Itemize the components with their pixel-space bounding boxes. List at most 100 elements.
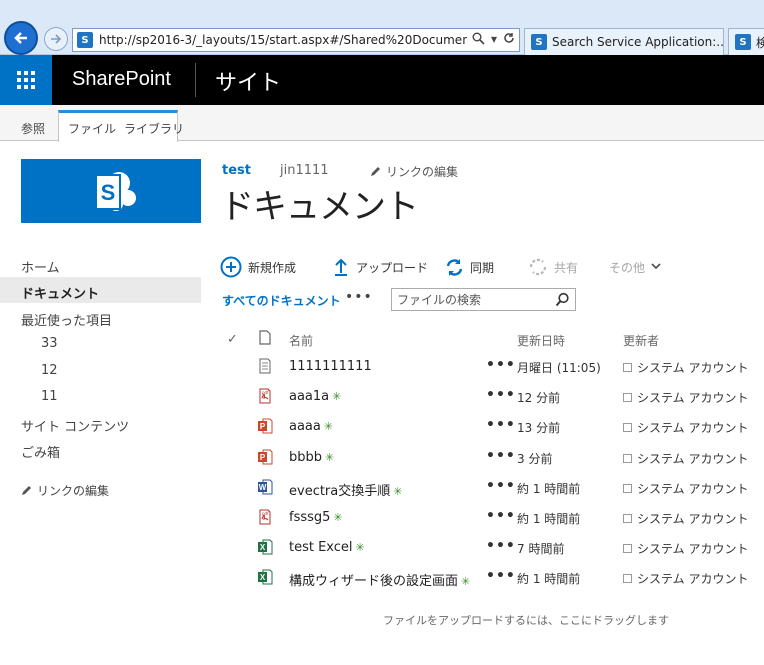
modified-by[interactable]: システム アカウント — [623, 480, 748, 497]
modified-by[interactable]: システム アカウント — [623, 419, 748, 436]
item-menu-button[interactable]: ••• — [486, 508, 516, 524]
nav-item-documents[interactable]: ドキュメント — [21, 283, 99, 302]
address-bar[interactable]: S http://sp2016-3/_layouts/15/start.aspx… — [72, 28, 520, 52]
item-menu-button[interactable]: ••• — [486, 478, 516, 494]
new-icon: ✳ — [393, 484, 403, 498]
item-menu-button[interactable]: ••• — [486, 538, 516, 554]
modified-by[interactable]: システム アカウント — [623, 450, 748, 467]
view-more-options[interactable]: ••• — [345, 289, 373, 305]
modified-by-name[interactable]: システム アカウント — [637, 389, 748, 406]
file-type-icon[interactable]: W — [257, 479, 273, 495]
item-menu-button[interactable]: ••• — [486, 417, 516, 433]
svg-text:P: P — [260, 453, 266, 462]
column-name[interactable]: 名前 — [289, 332, 313, 349]
file-type-icon[interactable]: P — [257, 418, 273, 434]
site-logo[interactable]: S — [21, 159, 201, 223]
tab-files[interactable]: ファイル — [68, 120, 116, 137]
share-button[interactable]: 共有 — [528, 256, 578, 278]
file-name-text[interactable]: aaaa — [289, 419, 321, 434]
file-name[interactable]: 構成ウィザード後の設定画面 ✳ — [289, 570, 470, 589]
modified-by-name[interactable]: システム アカウント — [637, 570, 748, 587]
file-name[interactable]: evectra交換手順 ✳ — [289, 480, 402, 499]
file-name-text[interactable]: evectra交換手順 — [289, 484, 390, 499]
browser-tab-search[interactable]: S 検索 — [728, 28, 764, 55]
item-menu-button[interactable]: ••• — [486, 387, 516, 403]
file-type-header-icon[interactable] — [259, 330, 271, 345]
table-row[interactable]: X 構成ウィザード後の設定画面 ✳ ••• 約 1 時間前 システム アカウント — [0, 562, 764, 592]
modified-by-name[interactable]: システム アカウント — [637, 419, 748, 436]
breadcrumb-site[interactable]: test — [222, 163, 251, 178]
nav-item-recent[interactable]: 最近使った項目 — [21, 310, 112, 329]
file-name[interactable]: aaaa ✳ — [289, 419, 333, 434]
item-menu-button[interactable]: ••• — [486, 568, 516, 584]
modified-by[interactable]: システム アカウント — [623, 540, 748, 557]
modified-by[interactable]: システム アカウント — [623, 510, 748, 527]
table-row[interactable]: pdf fsssg5 ✳ ••• 約 1 時間前 システム アカウント — [0, 502, 764, 532]
file-name-text[interactable]: test Excel — [289, 540, 353, 555]
nav-item-home[interactable]: ホーム — [21, 257, 60, 276]
arrow-left-icon — [14, 32, 27, 44]
address-actions: ▾ — [472, 32, 515, 46]
tab-library[interactable]: ライブラリ — [124, 120, 184, 137]
breadcrumb-user[interactable]: jin1111 — [280, 163, 329, 178]
back-button[interactable] — [4, 21, 38, 55]
search-icon[interactable] — [472, 32, 485, 45]
modified-by[interactable]: システム アカウント — [623, 359, 748, 376]
new-icon: ✳ — [333, 511, 343, 524]
file-name[interactable]: aaa1a ✳ — [289, 389, 341, 404]
modified-by-name[interactable]: システム アカウント — [637, 540, 748, 557]
item-menu-button[interactable]: ••• — [486, 357, 516, 373]
view-all-documents[interactable]: すべてのドキュメント — [222, 292, 341, 309]
table-row[interactable]: Xtest Excel ✳ ••• 7 時間前 システム アカウント — [0, 532, 764, 562]
file-type-icon[interactable]: X — [257, 569, 273, 585]
modified-by-name[interactable]: システム アカウント — [637, 359, 748, 376]
presence-icon — [623, 483, 632, 493]
suite-site-link[interactable]: サイト — [215, 65, 281, 97]
file-type-icon[interactable]: P — [257, 449, 273, 465]
modified-by[interactable]: システム アカウント — [623, 389, 748, 406]
new-button[interactable]: 新規作成 — [220, 256, 296, 278]
table-row[interactable]: pdf aaa1a ✳ ••• 12 分前 システム アカウント — [0, 381, 764, 411]
modified-by[interactable]: システム アカウント — [623, 570, 748, 587]
search-input[interactable] — [392, 289, 550, 310]
modified-date: 約 1 時間前 — [517, 572, 581, 587]
tab-browse[interactable]: 参照 — [21, 120, 45, 137]
dropdown-icon[interactable]: ▾ — [491, 32, 497, 46]
table-row[interactable]: Pbbbb ✳ ••• 3 分前 システム アカウント — [0, 442, 764, 472]
more-button[interactable]: その他 — [609, 256, 661, 278]
file-name[interactable]: bbbb ✳ — [289, 450, 334, 465]
forward-button[interactable] — [44, 27, 68, 51]
file-name-text[interactable]: 構成ウィザード後の設定画面 — [289, 574, 458, 589]
file-type-icon[interactable]: pdf — [257, 509, 273, 525]
file-name-text[interactable]: aaa1a — [289, 389, 329, 404]
file-type-icon[interactable] — [257, 358, 273, 374]
table-row[interactable]: Paaaa ✳ ••• 13 分前 システム アカウント — [0, 411, 764, 441]
modified-by-name[interactable]: システム アカウント — [637, 480, 748, 497]
file-name[interactable]: test Excel ✳ — [289, 540, 365, 555]
pencil-icon — [371, 167, 380, 176]
browser-tab-search-service[interactable]: S Search Service Application:... — [524, 28, 724, 55]
file-type-icon[interactable]: X — [257, 539, 273, 555]
refresh-icon[interactable] — [503, 32, 515, 44]
file-name-text[interactable]: bbbb — [289, 450, 322, 465]
table-row[interactable]: 1111111111 ••• 月曜日 (11:05) システム アカウント — [0, 351, 764, 381]
address-url[interactable]: http://sp2016-3/_layouts/15/start.aspx#/… — [99, 33, 467, 47]
sync-button[interactable]: 同期 — [445, 256, 494, 278]
select-all-checkmark[interactable]: ✓ — [227, 332, 238, 347]
table-row[interactable]: Wevectra交換手順 ✳ ••• 約 1 時間前 システム アカウント — [0, 472, 764, 502]
upload-button[interactable]: アップロード — [332, 256, 428, 278]
modified-by-name[interactable]: システム アカウント — [637, 510, 748, 527]
file-name[interactable]: fsssg5 ✳ — [289, 510, 343, 525]
file-name-text[interactable]: fsssg5 — [289, 510, 330, 525]
column-modified-by[interactable]: 更新者 — [623, 332, 659, 349]
modified-by-name[interactable]: システム アカウント — [637, 450, 748, 467]
file-name-text[interactable]: 1111111111 — [289, 359, 372, 374]
column-modified[interactable]: 更新日時 — [517, 332, 565, 349]
sharepoint-brand[interactable]: SharePoint — [72, 68, 171, 91]
item-menu-button[interactable]: ••• — [486, 448, 516, 464]
breadcrumb-edit-links[interactable]: リンクの編集 — [370, 163, 458, 180]
file-type-icon[interactable]: pdf — [257, 388, 273, 404]
search-icon[interactable] — [555, 292, 570, 307]
app-launcher-icon[interactable] — [0, 55, 52, 105]
file-name[interactable]: 1111111111 — [289, 359, 372, 374]
